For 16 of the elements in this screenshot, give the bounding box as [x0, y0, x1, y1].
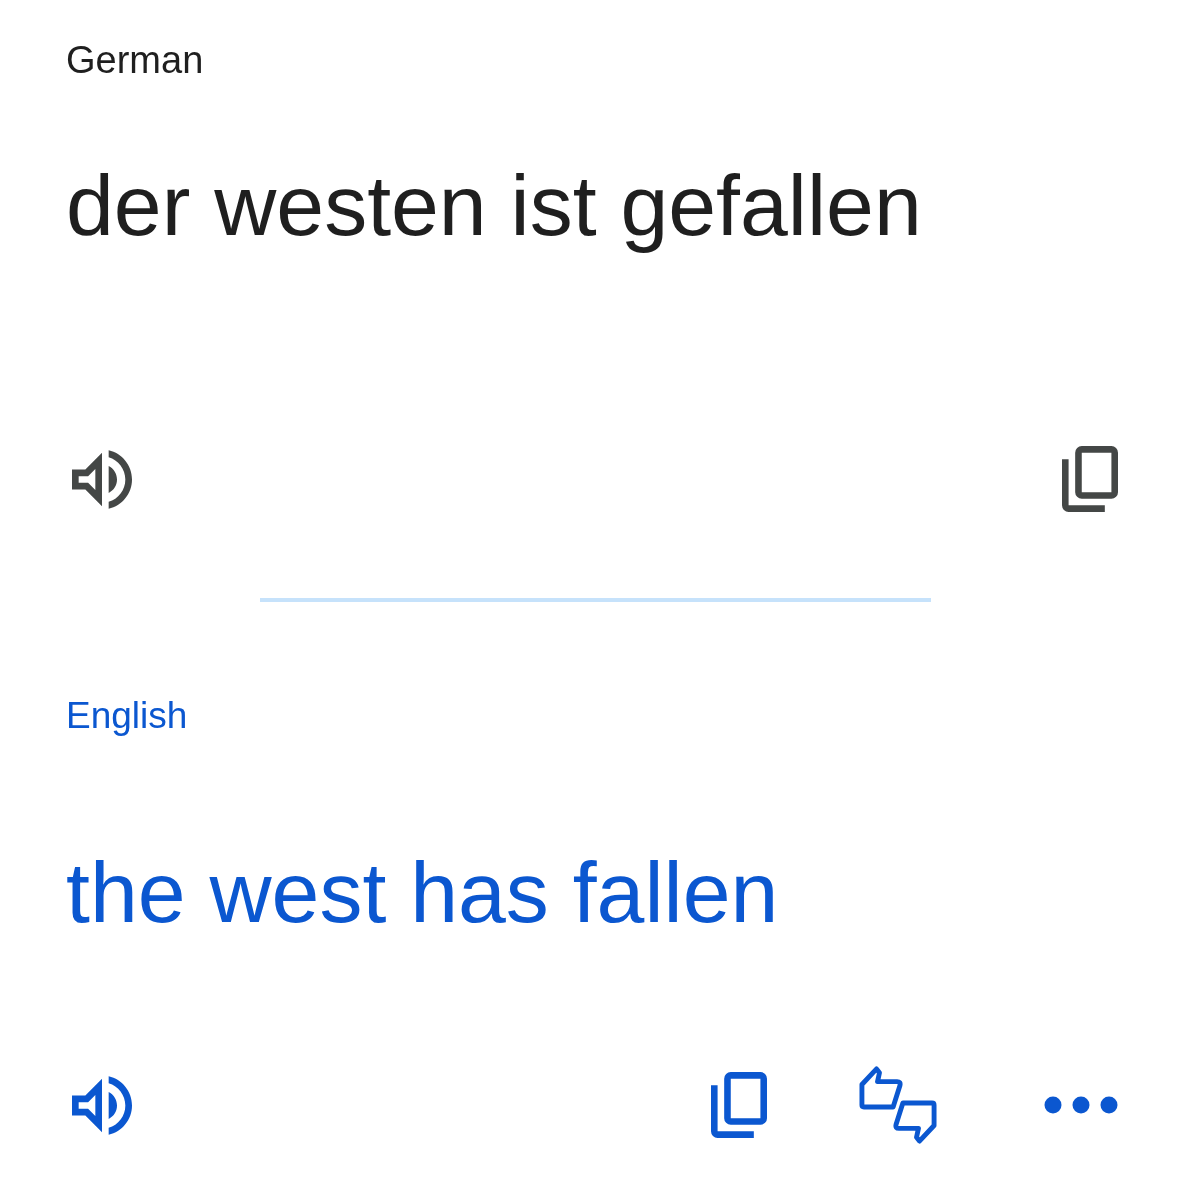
speaker-icon: [72, 449, 132, 509]
copy-button[interactable]: [711, 1072, 767, 1138]
copy-icon: [1062, 446, 1118, 512]
listen-button[interactable]: [72, 449, 132, 509]
copy-icon: [711, 1072, 767, 1138]
listen-button[interactable]: [72, 1075, 132, 1135]
feedback-button[interactable]: [859, 1066, 937, 1144]
more-icon: [1044, 1096, 1118, 1114]
thumbs-up-down-icon: [859, 1066, 937, 1144]
translated-text: the west has fallen: [66, 843, 779, 942]
source-language-label: German: [66, 38, 204, 82]
source-text: der westen ist gefallen: [66, 156, 922, 255]
more-button[interactable]: [1044, 1096, 1118, 1114]
speaker-icon: [72, 1075, 132, 1135]
target-language-label: English: [66, 694, 188, 738]
copy-button[interactable]: [1062, 446, 1118, 512]
